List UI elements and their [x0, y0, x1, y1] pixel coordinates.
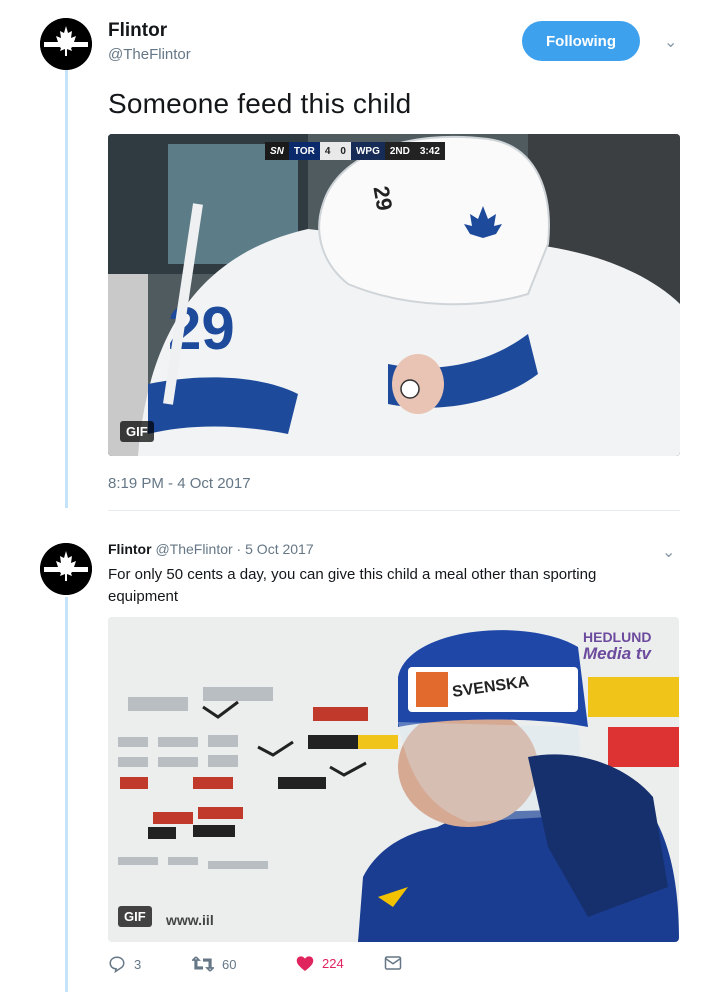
retweet-icon — [192, 956, 214, 972]
scorebug-score-a: 4 — [319, 142, 336, 160]
svg-text:HEDLUND: HEDLUND — [583, 629, 651, 645]
tweet-text: For only 50 cents a day, you can give th… — [108, 566, 597, 605]
tweet-media-gif[interactable]: SVENSKA HEDLUND Media tv GIF www.iil — [108, 617, 679, 942]
scorebug-score-b: 0 — [335, 142, 351, 160]
avatar[interactable] — [40, 18, 92, 70]
retweet-count: 60 — [222, 956, 237, 972]
reply-count: 3 — [134, 956, 142, 972]
chevron-down-icon[interactable]: ⌄ — [662, 542, 675, 562]
like-button[interactable]: 224 — [296, 955, 344, 972]
display-name[interactable]: Flintor — [108, 541, 152, 557]
tweet-date[interactable]: 5 Oct 2017 — [245, 541, 314, 557]
gif-still-image: SVENSKA HEDLUND Media tv — [108, 617, 679, 942]
gif-badge: GIF — [118, 906, 152, 927]
tweet-media-gif[interactable]: 29 29 SN TOR 4 0 WPG 2ND 3:42 GIF — [108, 134, 680, 456]
maple-leaf-logo — [40, 18, 92, 70]
gif-badge: GIF — [120, 421, 154, 442]
tweet-text: Someone feed this child — [108, 88, 412, 119]
like-count: 224 — [322, 956, 344, 971]
svg-text:Media tv: Media tv — [583, 644, 653, 663]
envelope-icon — [384, 956, 402, 970]
following-button[interactable]: Following — [522, 21, 640, 61]
scorebug: SN TOR 4 0 WPG 2ND 3:42 — [265, 142, 445, 160]
heart-icon — [296, 956, 314, 971]
tweet-timestamp[interactable]: 8:19 PM - 4 Oct 2017 — [108, 475, 251, 492]
user-handle[interactable]: @TheFlintor — [108, 46, 191, 63]
scorebug-period: 2ND — [384, 142, 415, 160]
reply-button[interactable]: 3 — [108, 955, 141, 973]
tweet-header: Flintor @TheFlintor · 5 Oct 2017 — [108, 541, 314, 557]
display-name[interactable]: Flintor — [108, 20, 167, 42]
scorebug-network: SN — [265, 142, 289, 160]
chevron-down-icon[interactable]: ⌄ — [664, 32, 677, 52]
scorebug-clock: 3:42 — [414, 142, 445, 160]
thread-line — [65, 597, 68, 992]
maple-leaf-logo — [40, 543, 92, 595]
gif-still-image: 29 29 — [108, 134, 680, 456]
watermark-url: www.iil — [166, 912, 214, 928]
direct-message-button[interactable] — [384, 955, 402, 971]
scorebug-team-b: WPG — [350, 142, 385, 160]
tweet-actions: 3 60 224 — [108, 955, 508, 977]
svg-text:29: 29 — [368, 184, 397, 212]
retweet-button[interactable]: 60 — [192, 955, 236, 973]
scorebug-team-a: TOR — [288, 142, 320, 160]
user-handle[interactable]: @TheFlintor — [155, 541, 232, 557]
avatar[interactable] — [40, 543, 92, 595]
separator: · — [232, 541, 246, 557]
reply-icon — [109, 956, 125, 973]
thread-line — [65, 68, 68, 508]
divider — [108, 510, 680, 511]
